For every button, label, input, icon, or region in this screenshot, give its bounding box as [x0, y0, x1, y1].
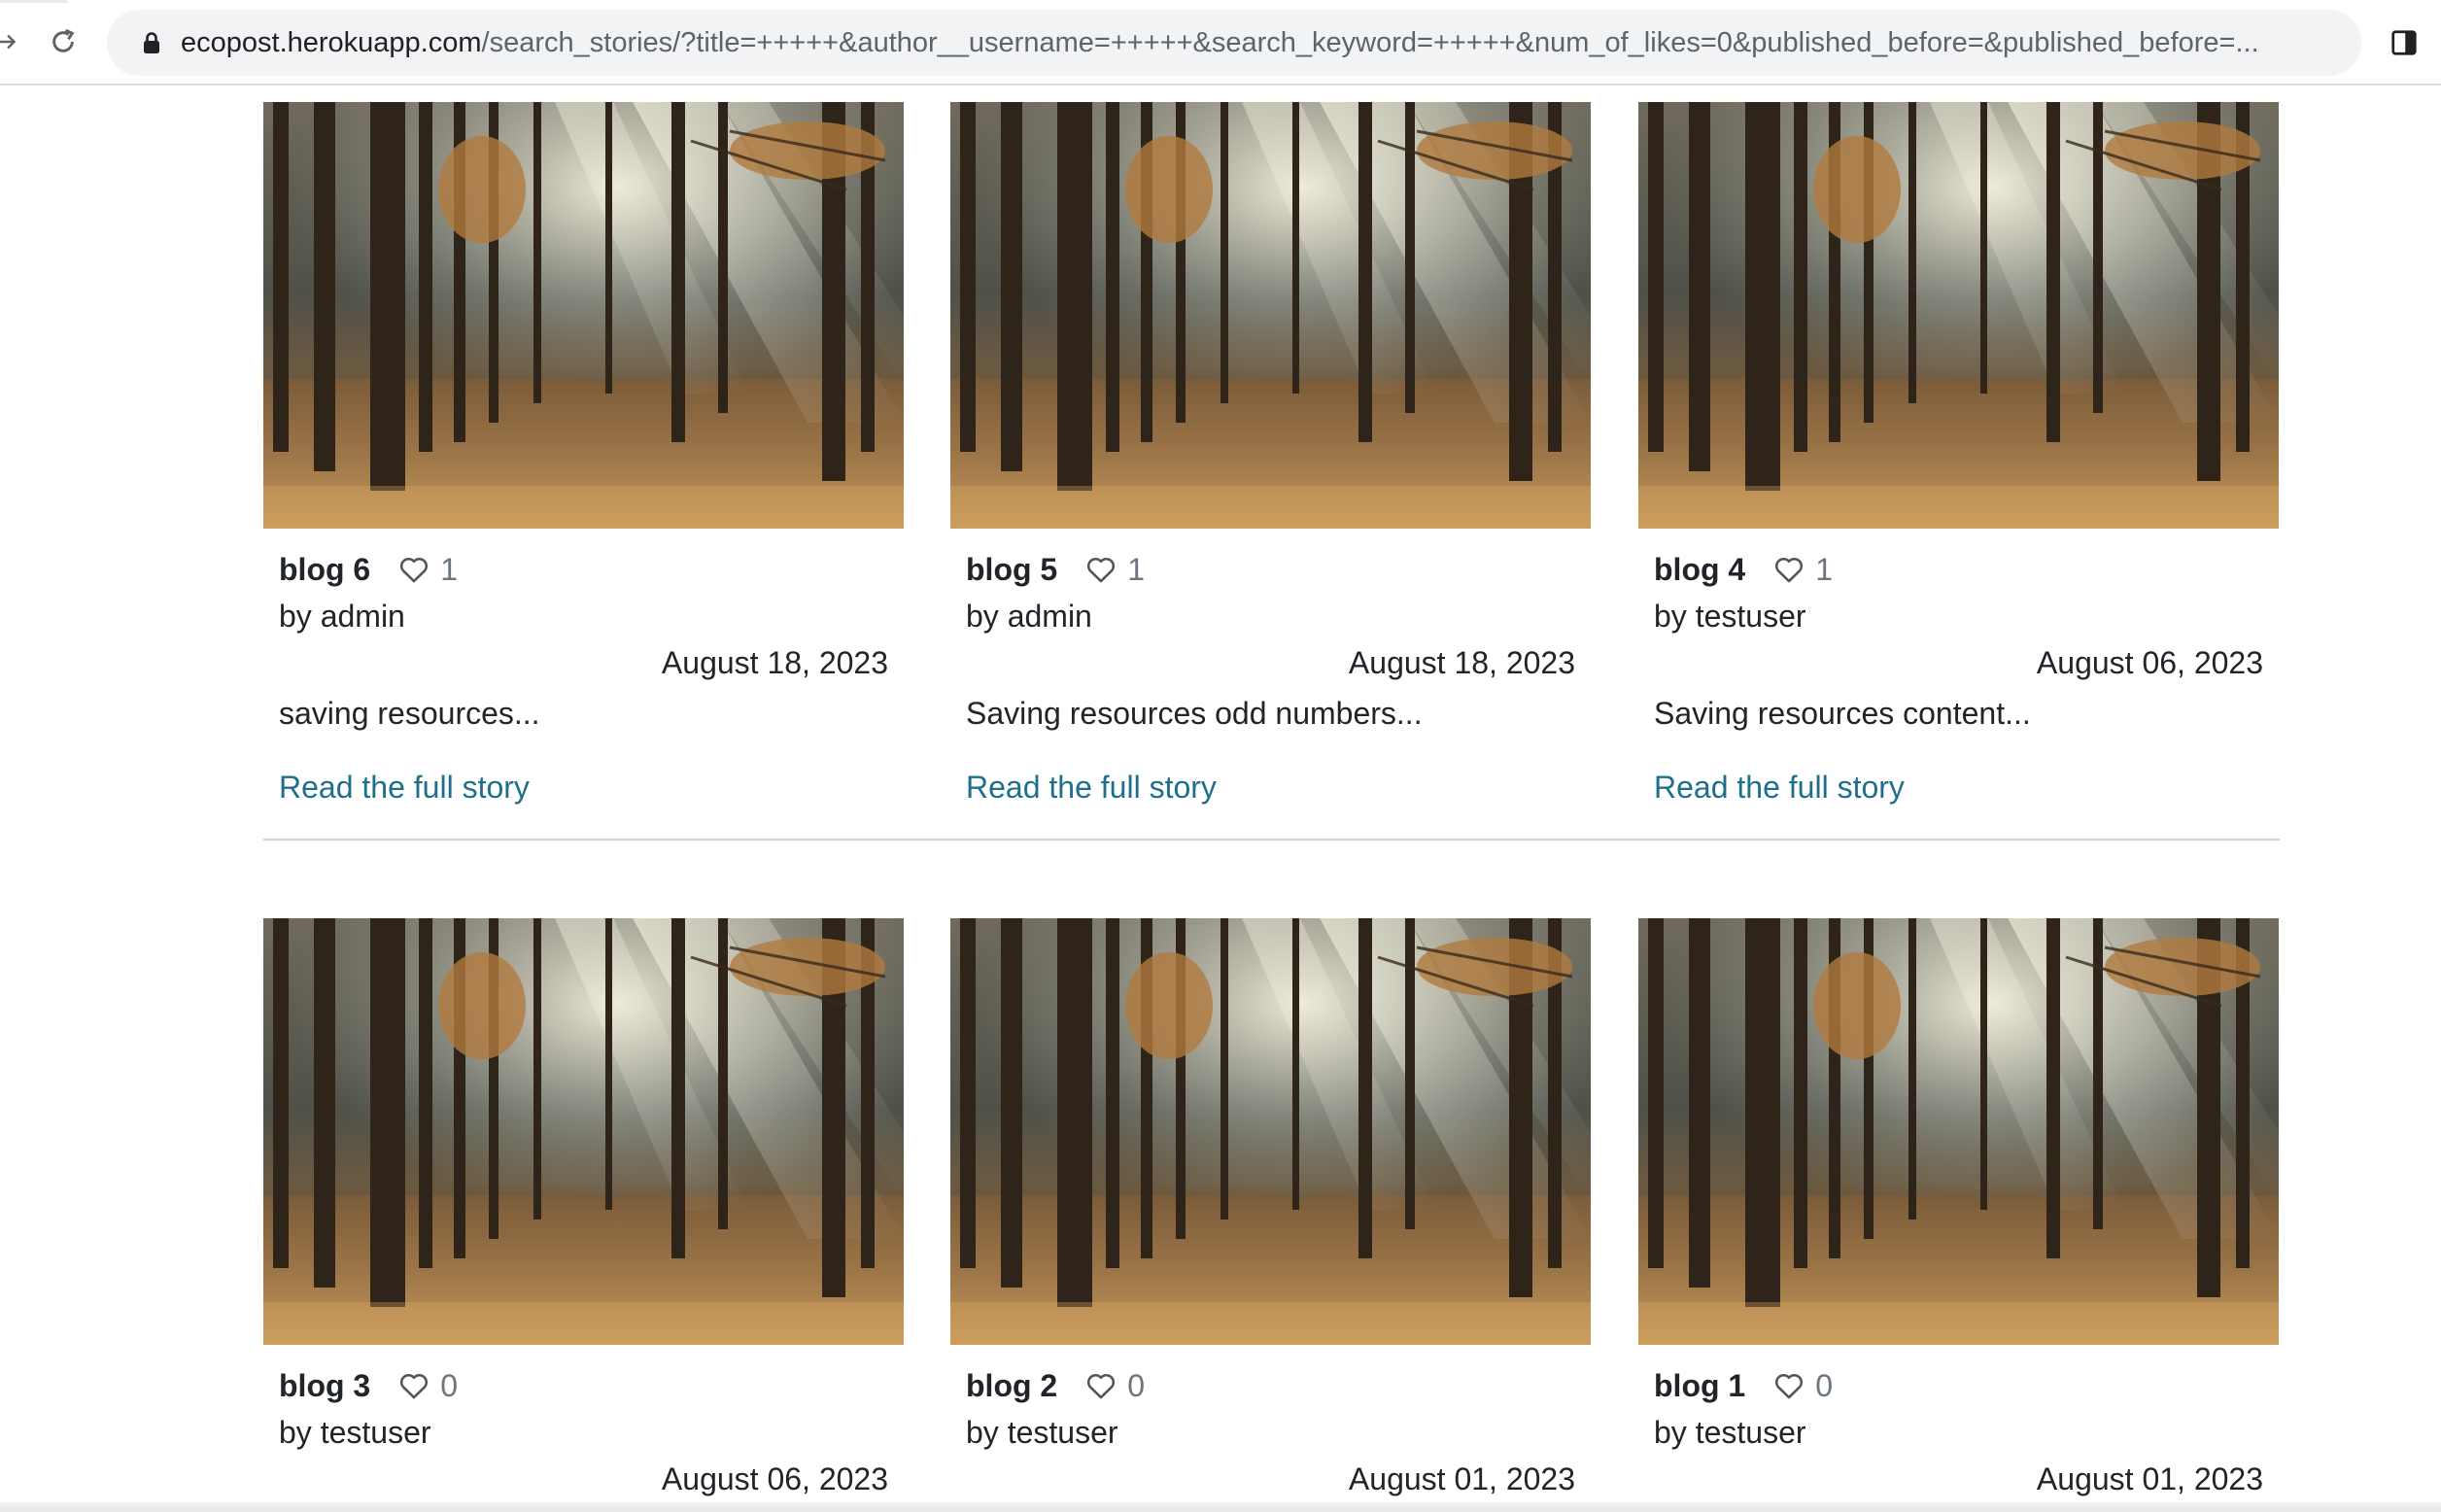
tab-strip-edge	[0, 0, 68, 3]
story-author: by testuser	[1654, 1415, 1806, 1450]
story-image[interactable]	[950, 918, 1591, 1345]
story-date: August 01, 2023	[1348, 1461, 1575, 1496]
like-count: 0	[1127, 1367, 1146, 1403]
story-image[interactable]	[263, 918, 904, 1345]
url-text[interactable]: ecopost.herokuapp.com/search_stories/?ti…	[181, 27, 2259, 59]
story-author: by admin	[279, 599, 405, 634]
heart-outline-icon[interactable]	[397, 553, 430, 586]
window-bottom-edge	[0, 1502, 2441, 1512]
like-count: 1	[440, 551, 459, 587]
heart-outline-icon[interactable]	[1084, 553, 1117, 586]
heart-outline-icon[interactable]	[1772, 553, 1805, 586]
story-author: by admin	[966, 599, 1092, 634]
heart-outline-icon[interactable]	[397, 1369, 430, 1402]
url-host: ecopost.herokuapp.com	[181, 26, 482, 58]
read-full-story-link[interactable]: Read the full story	[966, 768, 1217, 807]
story-author: by testuser	[966, 1415, 1118, 1450]
story-image[interactable]	[1638, 918, 2279, 1345]
story-date: August 06, 2023	[2036, 645, 2263, 680]
story-card: blog 5 1 by admin August 18, 2023 Saving…	[950, 102, 1591, 807]
story-author: by testuser	[1654, 599, 1806, 634]
story-author: by testuser	[279, 1415, 431, 1450]
story-excerpt: Saving resources odd numbers...	[966, 696, 1423, 731]
address-bar[interactable]: ecopost.herokuapp.com/search_stories/?ti…	[107, 10, 2361, 76]
like-count: 1	[1815, 551, 1834, 587]
search-results: blog 6 1 by admin August 18, 2023 saving…	[0, 87, 2441, 1512]
story-title: blog 5	[966, 551, 1058, 587]
story-card: blog 4 1 by testuser August 06, 2023 Sav…	[1638, 102, 2279, 807]
like-count: 1	[1127, 551, 1146, 587]
story-image[interactable]	[1638, 102, 2279, 529]
heart-outline-icon[interactable]	[1084, 1369, 1117, 1402]
reload-icon	[52, 28, 75, 52]
story-title: blog 6	[279, 551, 371, 587]
story-title: blog 2	[966, 1367, 1058, 1403]
story-date: August 18, 2023	[661, 645, 888, 680]
story-date: August 18, 2023	[1348, 645, 1575, 680]
story-date: August 06, 2023	[661, 1461, 888, 1496]
row-divider	[263, 839, 2280, 841]
read-full-story-link[interactable]: Read the full story	[279, 768, 530, 807]
story-excerpt: Saving resources content...	[1654, 696, 2031, 731]
story-image[interactable]	[950, 102, 1591, 529]
like-count: 0	[1815, 1367, 1834, 1403]
story-excerpt: saving resources...	[279, 696, 540, 731]
reload-button[interactable]	[39, 17, 87, 66]
story-card: blog 2 0 by testuser August 01, 2023	[950, 918, 1591, 1498]
browser-toolbar: ecopost.herokuapp.com/search_stories/?ti…	[0, 0, 2441, 86]
story-card: blog 6 1 by admin August 18, 2023 saving…	[263, 102, 904, 807]
like-count: 0	[440, 1367, 459, 1403]
forward-button[interactable]	[0, 17, 31, 66]
story-title: blog 4	[1654, 551, 1746, 587]
story-card: blog 1 0 by testuser August 01, 2023	[1638, 918, 2279, 1498]
story-date: August 01, 2023	[2036, 1461, 2263, 1496]
story-title: blog 3	[279, 1367, 371, 1403]
story-image[interactable]	[263, 102, 904, 529]
story-title: blog 1	[1654, 1367, 1746, 1403]
side-panel-icon	[2391, 30, 2417, 55]
url-path: /search_stories/?title=+++++&author__use…	[481, 26, 2259, 58]
lock-icon[interactable]	[130, 21, 173, 64]
arrow-right-icon	[0, 34, 17, 50]
story-card: blog 3 0 by testuser August 06, 2023	[263, 918, 904, 1498]
read-full-story-link[interactable]: Read the full story	[1654, 768, 1905, 807]
heart-outline-icon[interactable]	[1772, 1369, 1805, 1402]
side-panel-button[interactable]	[2383, 21, 2425, 64]
